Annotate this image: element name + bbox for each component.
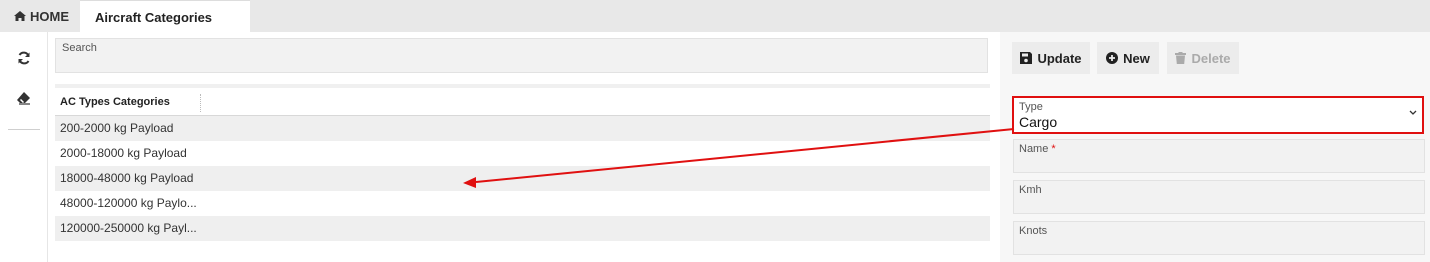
tab-home[interactable]: HOME — [0, 0, 80, 32]
left-toolbar — [0, 32, 48, 262]
kmh-label: Kmh — [1019, 184, 1042, 196]
search-label: Search — [62, 42, 97, 54]
toolbar-divider — [8, 129, 40, 130]
table-row[interactable]: 48000-120000 kg Paylo... — [55, 191, 990, 216]
refresh-button[interactable] — [8, 42, 40, 74]
table-cell: 2000-18000 kg Payload — [55, 141, 201, 166]
refresh-icon — [18, 51, 30, 65]
grid-header: AC Types Categories — [55, 84, 990, 116]
table-row[interactable]: 200-2000 kg Payload — [55, 116, 990, 141]
new-button[interactable]: New — [1097, 42, 1159, 74]
tab-aircraft-categories-label: Aircraft Categories — [95, 9, 213, 25]
table-cell: 48000-120000 kg Paylo... — [55, 191, 201, 216]
name-field[interactable]: Name * — [1013, 139, 1425, 173]
table-cell: 200-2000 kg Payload — [55, 116, 201, 141]
type-value: Cargo — [1019, 114, 1058, 130]
delete-button[interactable]: Delete — [1167, 42, 1239, 74]
trash-icon — [1175, 52, 1187, 64]
required-marker: * — [1051, 143, 1056, 155]
eraser-button[interactable] — [8, 82, 40, 114]
categories-grid: AC Types Categories 200-2000 kg Payload … — [55, 84, 990, 241]
column-header-ac-types-categories[interactable]: AC Types Categories — [60, 96, 170, 108]
table-cell: 18000-48000 kg Payload — [55, 166, 201, 191]
plus-circle-icon — [1106, 52, 1119, 64]
tab-bar: HOME Aircraft Categories — [0, 0, 1430, 33]
type-select[interactable]: Type Cargo — [1012, 96, 1424, 134]
table-cell: 120000-250000 kg Payl... — [55, 216, 201, 241]
detail-panel: Update New Delete Type Cargo Name * Kmh … — [1000, 32, 1430, 262]
column-resize-handle[interactable] — [200, 94, 201, 112]
update-button[interactable]: Update — [1012, 42, 1090, 74]
knots-field[interactable]: Knots — [1013, 221, 1425, 255]
save-icon — [1020, 52, 1033, 64]
kmh-field[interactable]: Kmh — [1013, 180, 1425, 214]
search-input[interactable]: Search — [55, 38, 988, 73]
tab-aircraft-categories[interactable]: Aircraft Categories — [80, 0, 250, 33]
chevron-down-icon — [1409, 110, 1417, 115]
form-area: Type Cargo Name * Kmh Knots — [1000, 88, 1430, 262]
eraser-icon — [17, 92, 30, 105]
new-label: New — [1123, 50, 1150, 66]
table-row[interactable]: 18000-48000 kg Payload — [55, 166, 990, 191]
knots-label: Knots — [1019, 225, 1048, 237]
table-row[interactable]: 120000-250000 kg Payl... — [55, 216, 990, 241]
update-label: Update — [1037, 50, 1082, 66]
delete-label: Delete — [1191, 50, 1231, 66]
table-row[interactable]: 2000-18000 kg Payload — [55, 141, 990, 166]
name-label: Name — [1019, 143, 1049, 155]
action-bar: Update New Delete — [1000, 32, 1430, 88]
home-icon — [14, 11, 26, 21]
tab-home-label: HOME — [30, 8, 69, 24]
type-label: Type — [1019, 101, 1043, 113]
